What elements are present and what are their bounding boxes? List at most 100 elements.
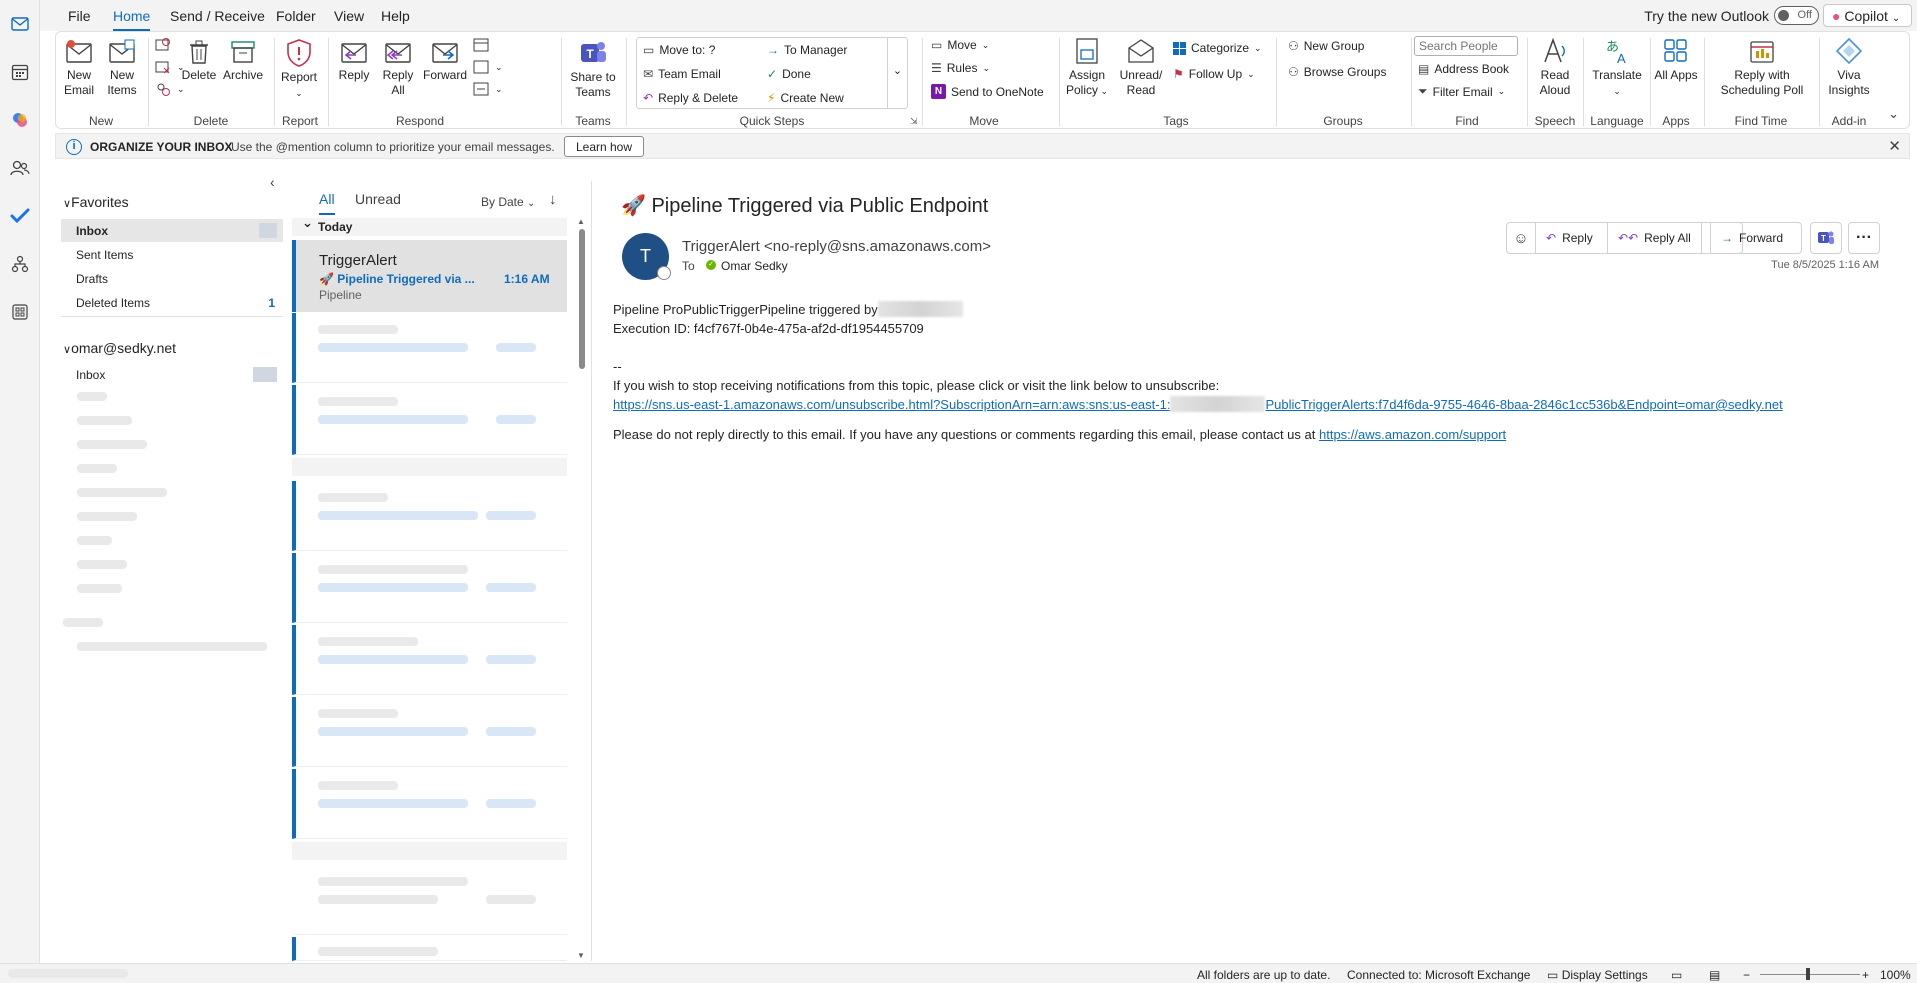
reaction-button[interactable]: ☺ [1506,222,1536,254]
folder-drafts[interactable]: Drafts [61,267,283,290]
qs-done[interactable]: ✓ Done [767,67,811,81]
reply-button[interactable]: Reply [334,38,374,83]
rules-button[interactable]: ☰ Rules ⌄ [931,61,990,75]
mail-icon[interactable] [6,10,34,38]
new-outlook-toggle[interactable]: Off [1774,6,1819,25]
unread-read-button[interactable]: Unread/ Read [1117,36,1165,98]
browse-groups-button[interactable]: ⚇ Browse Groups [1288,65,1386,79]
report-button[interactable]: Report ⌄ [278,38,320,101]
ribbon-collapse-icon[interactable]: ⌄ [1888,106,1899,122]
normal-view-icon[interactable]: ▭ [1671,968,1682,982]
new-email-button[interactable]: New Email [60,38,98,98]
qs-move-to[interactable]: ▭ Move to: ? [643,43,715,57]
favorites-header[interactable]: ∨Favorites [63,194,129,210]
more-options-button[interactable]: ··· [1848,222,1880,254]
meeting-reply-button[interactable] [472,37,490,53]
qs-to-manager[interactable]: → To Manager [767,43,847,57]
viva-insights-button[interactable]: Viva Insights [1822,36,1876,98]
assign-policy-button[interactable]: Assign Policy ⌄ [1064,36,1110,99]
new-items-button[interactable]: New Items [102,38,142,98]
filter-email-button[interactable]: ⏷ Filter Email ⌄ [1418,84,1505,99]
list-item[interactable] [292,697,567,767]
zoom-out-button[interactable]: − [1743,968,1750,982]
list-item[interactable] [292,481,567,551]
follow-up-button[interactable]: ⚑ Follow Up ⌄ [1173,67,1255,81]
unsubscribe-link-part1[interactable]: https://sns.us-east-1.amazonaws.com/unsu… [613,397,1170,412]
more-apps-icon[interactable] [6,298,34,326]
scroll-down-icon[interactable]: ▼ [577,951,585,960]
archive-button[interactable]: Archive [221,38,265,83]
sort-direction-icon[interactable]: ↓ [549,191,557,208]
learn-how-button[interactable]: Learn how [564,136,644,157]
zoom-slider[interactable] [1760,974,1860,975]
calendar-icon[interactable] [6,58,34,86]
qs-create-new[interactable]: ⚡ Create New [767,91,844,105]
ignore-button[interactable] [154,37,172,53]
address-book-button[interactable]: ▤ Address Book [1418,62,1509,76]
delete-button[interactable]: Delete [180,38,218,83]
search-people-input[interactable] [1414,36,1518,56]
reply-scheduling-poll-button[interactable]: Reply with Scheduling Poll [1716,36,1808,98]
categorize-button[interactable]: Categorize ⌄ [1173,41,1262,55]
read-aloud-button[interactable]: Read Aloud [1532,36,1578,98]
tab-folder[interactable]: Folder [276,8,316,24]
unsubscribe-link[interactable]: https://sns.us-east-1.amazonaws.com/unsu… [613,395,1783,414]
send-to-onenote-button[interactable]: N Send to OneNote [931,84,1044,99]
support-link[interactable]: https://aws.amazon.com/support [1319,427,1506,442]
share-to-teams-button[interactable]: T Share to Teams [566,38,620,100]
account-folder-inbox[interactable]: Inbox [61,363,283,386]
all-apps-button[interactable]: All Apps [1654,36,1698,83]
email-from[interactable]: TriggerAlert <no-reply@sns.amazonaws.com… [682,238,991,255]
copilot-icon[interactable] [6,106,34,134]
junk-button[interactable]: ⌄ [154,81,185,97]
group-header-today[interactable]: Today [292,215,567,236]
zoom-in-button[interactable]: + [1862,968,1869,982]
quick-steps-expand[interactable]: ⌄ [887,38,907,108]
tab-file[interactable]: File [68,8,91,24]
tab-all[interactable]: All [319,191,335,215]
unsubscribe-link-part2[interactable]: PublicTriggerAlerts:f7d4f6da-9755-4646-8… [1265,397,1782,412]
folder-deleted-items[interactable]: Deleted Items 1 [61,291,283,314]
list-item[interactable] [292,865,567,935]
account-header[interactable]: ∨omar@sedky.net [63,340,176,356]
list-item[interactable] [292,553,567,623]
copilot-button[interactable]: ● Copilot ⌄ [1823,4,1912,27]
quick-steps-launcher-icon[interactable]: ⇲ [910,116,918,127]
more-respond-button[interactable]: ⌄ [472,81,503,97]
list-item[interactable] [292,769,567,839]
tab-view[interactable]: View [334,8,364,24]
reply-all-button[interactable]: Reply All [378,38,418,98]
list-item[interactable] [292,937,567,961]
tab-unread[interactable]: Unread [355,191,401,207]
forward-button-reading[interactable]: → Forward [1710,222,1802,254]
zoom-level[interactable]: 100% [1880,968,1911,982]
folder-sent-items[interactable]: Sent Items [61,243,283,266]
tab-send-receive[interactable]: Send / Receive [170,8,265,24]
connection-status[interactable]: Connected to: Microsoft Exchange [1347,968,1530,982]
recipient-name[interactable]: Omar Sedky [721,259,788,273]
forward-button[interactable]: Forward [421,38,469,83]
qs-reply-delete[interactable]: ↶ Reply & Delete [643,91,738,105]
scroll-up-icon[interactable]: ▲ [577,217,585,226]
collapse-folder-pane-icon[interactable]: ‹ [270,174,275,190]
org-explorer-icon[interactable] [6,250,34,278]
move-button[interactable]: ▭ Move ⌄ [931,38,989,52]
list-item[interactable] [292,385,567,455]
im-reply-button[interactable]: ⌄ [472,59,503,75]
tab-home[interactable]: Home [113,8,151,31]
list-item[interactable] [292,313,567,383]
teams-chat-button[interactable]: T [1810,222,1842,254]
translate-button[interactable]: あA Translate ⌄ [1588,36,1646,99]
reply-all-button-reading[interactable]: ↶↶ Reply All [1608,223,1702,253]
tab-help[interactable]: Help [381,8,410,24]
scrollbar-thumb[interactable] [579,229,585,369]
new-group-button[interactable]: ⚇ New Group [1288,39,1364,53]
people-icon[interactable] [6,154,34,182]
folder-inbox[interactable]: Inbox [61,219,283,242]
reply-button-reading[interactable]: ↶ Reply [1536,223,1608,253]
zoom-slider-thumb[interactable] [1806,968,1810,980]
sort-by-dropdown[interactable]: By Date ⌄ [481,195,535,209]
message-item-selected[interactable]: TriggerAlert 🚀 Pipeline Triggered via ..… [292,240,567,312]
display-settings-button[interactable]: ▭ Display Settings [1547,968,1648,982]
close-icon[interactable]: ✕ [1888,137,1901,155]
